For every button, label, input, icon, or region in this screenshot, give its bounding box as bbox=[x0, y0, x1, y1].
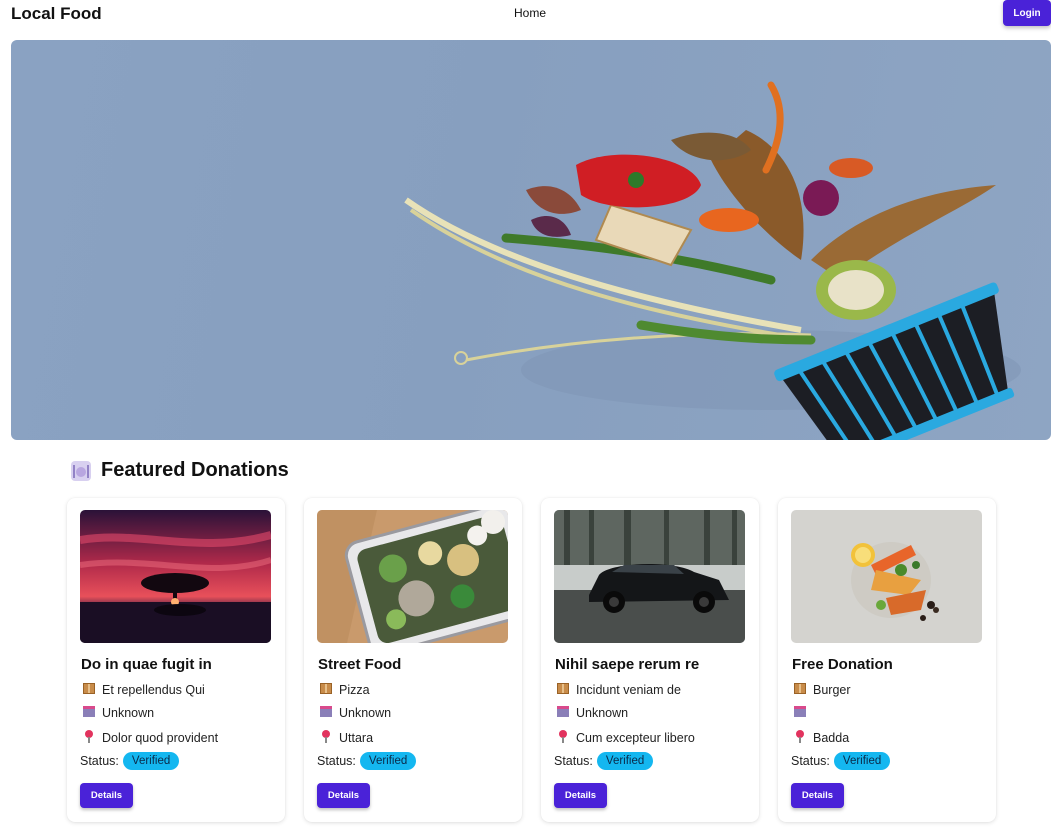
status-label: Status: bbox=[80, 754, 119, 768]
brand-logo[interactable]: Local Food bbox=[11, 4, 102, 24]
status-badge: Verified bbox=[122, 752, 180, 770]
store-icon bbox=[792, 706, 807, 720]
store-icon bbox=[555, 706, 570, 720]
package-icon bbox=[81, 683, 96, 697]
store-icon bbox=[318, 706, 333, 720]
card-location: Uttara bbox=[339, 731, 374, 745]
details-button[interactable]: Details bbox=[554, 783, 607, 808]
donation-card: Free Donation Burger Badda Status: Verif… bbox=[778, 498, 996, 822]
donation-card: Street Food Pizza Unknown Uttara Status:… bbox=[304, 498, 522, 822]
login-button[interactable]: Login bbox=[1003, 0, 1051, 26]
pin-icon bbox=[318, 730, 333, 746]
card-food-row: Incidunt veniam de bbox=[555, 683, 681, 697]
package-icon bbox=[555, 683, 570, 697]
card-food-row: Pizza bbox=[318, 683, 370, 697]
status-label: Status: bbox=[554, 754, 593, 768]
plated-salad-image bbox=[791, 510, 982, 643]
card-donor-row: Unknown bbox=[555, 706, 628, 720]
card-food: Pizza bbox=[339, 683, 370, 697]
package-icon bbox=[792, 683, 807, 697]
card-title: Street Food bbox=[318, 656, 402, 673]
section-title: Featured Donations bbox=[101, 459, 289, 481]
card-location-row: Uttara bbox=[318, 730, 373, 746]
navbar: Local Food Home Login bbox=[0, 0, 1051, 28]
card-status: Status: Verified bbox=[554, 752, 654, 770]
card-location: Badda bbox=[813, 731, 850, 745]
status-badge: Verified bbox=[359, 752, 417, 770]
hero-banner-image bbox=[11, 40, 1051, 440]
donation-card: Nihil saepe rerum re Incidunt veniam de … bbox=[541, 498, 759, 822]
status-badge: Verified bbox=[833, 752, 891, 770]
details-button[interactable]: Details bbox=[80, 783, 133, 808]
card-location: Dolor quod provident bbox=[102, 731, 219, 745]
card-location: Cum excepteur libero bbox=[576, 731, 695, 745]
status-label: Status: bbox=[791, 754, 830, 768]
details-button[interactable]: Details bbox=[317, 783, 370, 808]
card-status: Status: Verified bbox=[80, 752, 180, 770]
nav-home-link[interactable]: Home bbox=[514, 6, 546, 20]
card-food: Incidunt veniam de bbox=[576, 683, 681, 697]
sunset-tree-image bbox=[80, 510, 271, 643]
card-status: Status: Verified bbox=[317, 752, 417, 770]
card-donor: Unknown bbox=[339, 706, 392, 720]
card-donor-row: Unknown bbox=[81, 706, 154, 720]
card-donor-row: Unknown bbox=[318, 706, 391, 720]
card-location-row: Dolor quod provident bbox=[81, 730, 218, 746]
card-title: Free Donation bbox=[792, 656, 893, 673]
card-donor-row bbox=[792, 706, 813, 720]
food-container-image bbox=[317, 510, 508, 643]
store-icon bbox=[81, 706, 96, 720]
status-badge: Verified bbox=[596, 752, 654, 770]
pin-icon bbox=[792, 730, 807, 746]
status-label: Status: bbox=[317, 754, 356, 768]
donation-card: Do in quae fugit in Et repellendus Qui U… bbox=[67, 498, 285, 822]
card-donor: Unknown bbox=[102, 706, 155, 720]
card-location-row: Badda bbox=[792, 730, 849, 746]
card-food: Burger bbox=[813, 683, 851, 697]
featured-donations-heading: Featured Donations bbox=[70, 459, 289, 482]
pin-icon bbox=[81, 730, 96, 746]
card-food-row: Et repellendus Qui bbox=[81, 683, 205, 697]
pin-icon bbox=[555, 730, 570, 746]
card-donor: Unknown bbox=[576, 706, 629, 720]
card-food: Et repellendus Qui bbox=[102, 683, 205, 697]
card-title: Do in quae fugit in bbox=[81, 656, 212, 673]
details-button[interactable]: Details bbox=[791, 783, 844, 808]
black-suv-image bbox=[554, 510, 745, 643]
package-icon bbox=[318, 683, 333, 697]
card-food-row: Burger bbox=[792, 683, 851, 697]
card-location-row: Cum excepteur libero bbox=[555, 730, 695, 746]
card-title: Nihil saepe rerum re bbox=[555, 656, 700, 673]
card-status: Status: Verified bbox=[791, 752, 891, 770]
dish-icon bbox=[70, 460, 92, 482]
